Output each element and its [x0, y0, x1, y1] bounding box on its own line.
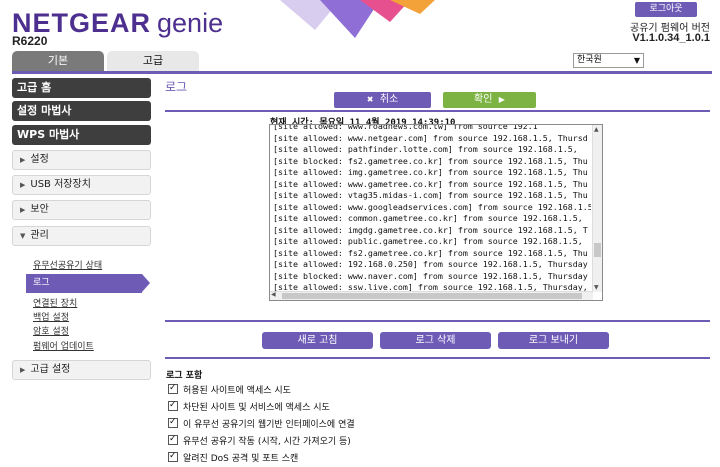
scroll-left-icon[interactable]: ◀	[271, 291, 276, 298]
sidebar-subitem-backup[interactable]: 백업 설정	[33, 310, 69, 323]
log-line: [site allowed: www.roadnews.com.tw] from…	[273, 124, 538, 131]
sidebar-item-usb[interactable]: ▶ USB 저장장치	[12, 175, 151, 195]
sidebar-item-wps-wizard[interactable]: WPS 마법사	[12, 125, 151, 145]
log-line: [site allowed: public.gametree.co.kr] fr…	[273, 236, 583, 246]
router-admin-page: NETGEAR genie R6220 로그아웃 공유기 펌웨어 버전 V1.1.…	[0, 0, 720, 467]
sidebar-subitem-password[interactable]: 암호 설정	[33, 324, 69, 337]
sidebar-item-advanced-setup[interactable]: ▶ 고급 설정	[12, 360, 151, 380]
header-decoration	[280, 0, 435, 38]
expand-right-icon: ▶	[20, 206, 26, 214]
option-dos-attacks[interactable]: 알려진 DoS 공격 및 포트 스캔	[168, 450, 299, 466]
main-divider-middle	[165, 320, 710, 322]
scroll-thumb-horizontal[interactable]	[282, 293, 582, 299]
option-label: 이 유무선 공유기의 웹기반 인터페이스에 연결	[183, 420, 355, 430]
logout-button[interactable]: 로그아웃	[635, 2, 697, 17]
sidebar-item-setup-wizard[interactable]: 설정 마법사	[12, 101, 151, 121]
sidebar-subitem-attached-devices[interactable]: 연결된 장치	[33, 296, 77, 309]
option-label: 알려진 DoS 공격 및 포트 스캔	[183, 454, 299, 464]
language-select[interactable]: 한국원 ▼	[573, 53, 644, 68]
apply-label: 확인	[474, 94, 493, 105]
checkbox-checked[interactable]	[168, 433, 178, 446]
expand-right-icon: ▶	[20, 156, 26, 164]
log-textarea[interactable]: [site allowed: www.roadnews.com.tw] from…	[269, 124, 603, 301]
cancel-button[interactable]: ✖ 취소	[334, 92, 431, 108]
close-icon: ✖	[366, 95, 374, 104]
main-divider-bottom	[165, 357, 710, 359]
expand-right-icon: ▶	[20, 366, 26, 374]
expand-down-icon: ▼	[20, 232, 26, 240]
log-line: [site allowed: www.gametree.co.kr] from …	[273, 178, 588, 189]
sidebar-item-label: 보안	[30, 204, 49, 215]
brand-suffix: genie	[157, 8, 224, 38]
header-divider	[12, 71, 712, 74]
horizontal-scrollbar[interactable]: ◀	[270, 291, 593, 300]
log-line: [site allowed: common.gametree.co.kr] fr…	[273, 213, 583, 223]
checkbox-checked[interactable]	[168, 399, 178, 412]
apply-button[interactable]: 확인 ▶	[443, 92, 536, 108]
log-line: [site blocked: www.naver.com] from sourc…	[273, 270, 588, 281]
chevron-down-icon: ▼	[633, 56, 640, 65]
log-line: [site allowed: 192.168.0.250] from sourc…	[273, 259, 588, 269]
tab-advanced[interactable]: 고급	[107, 51, 199, 71]
cancel-label: 취소	[379, 94, 399, 105]
expand-right-icon: ▶	[20, 181, 26, 189]
sidebar-item-admin[interactable]: ▼ 관리	[12, 226, 151, 246]
sidebar-item-label: 고급 설정	[30, 364, 71, 375]
sidebar-item-label: USB 저장장치	[30, 179, 91, 190]
model-name: R6220	[12, 34, 48, 48]
option-blocked-sites[interactable]: 차단된 사이트 및 서비스에 액세스 시도	[168, 399, 330, 415]
scroll-thumb[interactable]	[594, 243, 601, 257]
checkbox-checked[interactable]	[168, 416, 178, 429]
refresh-button[interactable]: 새로 고침	[262, 332, 373, 349]
log-line: [site allowed: www.netgear.com] from sou…	[273, 132, 588, 143]
log-include-title: 로그 포함	[166, 371, 203, 381]
main-divider-top	[165, 110, 710, 112]
sidebar-item-label: 관리	[30, 230, 49, 241]
log-line: [site allowed: img.gametree.co.kr] from …	[273, 167, 588, 177]
log-line: [site blocked: fs2.gametree.co.kr] from …	[273, 155, 588, 166]
active-pointer	[142, 274, 150, 292]
log-line: [site allowed: fs2.gametree.co.kr] from …	[273, 247, 588, 258]
vertical-scrollbar[interactable]: ▲ ▼	[592, 125, 602, 292]
sidebar-item-security[interactable]: ▶ 보안	[12, 200, 151, 220]
send-log-button[interactable]: 로그 보내기	[498, 332, 609, 349]
scroll-down-icon[interactable]: ▼	[594, 284, 599, 291]
log-line: [site allowed: imgdg.gametree.co.kr] fro…	[273, 224, 588, 235]
sidebar-subitem-router-status[interactable]: 유무선공유기 상태	[33, 258, 102, 271]
option-web-interface[interactable]: 이 유무선 공유기의 웹기반 인터페이스에 연결	[168, 416, 355, 432]
log-line: [site allowed: pathfinder.lotte.com] fro…	[273, 144, 578, 154]
scroll-up-icon[interactable]: ▲	[594, 126, 599, 133]
sidebar-item-setup[interactable]: ▶ 설정	[12, 150, 151, 170]
page-title: 로그	[165, 80, 188, 94]
sidebar-item-label: 설정	[30, 154, 49, 165]
checkbox-checked[interactable]	[168, 450, 178, 463]
sidebar-subitem-logs[interactable]: 로그	[26, 274, 142, 293]
option-label: 허용된 사이트에 액세스 시도	[183, 386, 291, 396]
language-value: 한국원	[577, 55, 602, 65]
header: NETGEAR genie R6220 로그아웃 공유기 펌웨어 버전 V1.1.…	[0, 0, 720, 50]
arrow-right-icon: ▶	[498, 95, 505, 104]
option-label: 유무선 공유기 작동 (시작, 시간 가져오기 등)	[183, 437, 351, 447]
tab-basic[interactable]: 기본	[12, 51, 104, 71]
sidebar-subitem-firmware-update[interactable]: 펌웨어 업데이트	[33, 339, 94, 352]
sidebar-item-advanced-home[interactable]: 고급 홈	[12, 78, 151, 98]
option-router-operation[interactable]: 유무선 공유기 작동 (시작, 시간 가져오기 등)	[168, 433, 351, 449]
log-lines: [site allowed: www.roadnews.com.tw] from…	[273, 124, 591, 300]
clear-log-button[interactable]: 로그 삭제	[380, 332, 491, 349]
log-line: [site allowed: vtag35.midas-i.com] from …	[273, 190, 588, 200]
option-label: 차단된 사이트 및 서비스에 액세스 시도	[183, 403, 330, 413]
log-line: [site allowed: www.googleadservices.com]…	[273, 201, 591, 212]
option-allowed-sites[interactable]: 허용된 사이트에 액세스 시도	[168, 382, 291, 398]
checkbox-checked[interactable]	[168, 382, 178, 395]
firmware-version: V1.1.0.34_1.0.1	[632, 32, 710, 44]
